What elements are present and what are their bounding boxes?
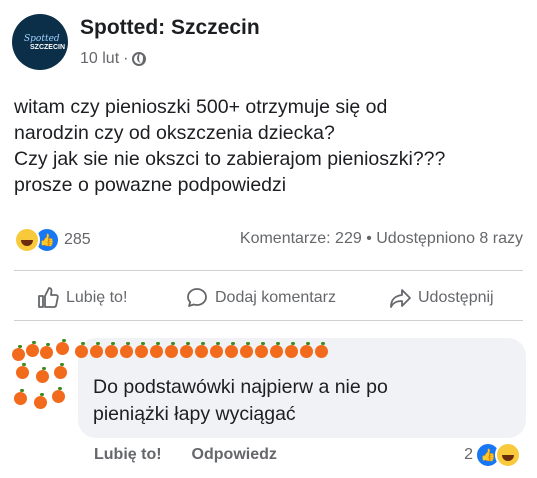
orange-icon xyxy=(180,342,193,358)
comment-text-line: Do podstawówki najpierw a nie po xyxy=(93,376,388,398)
orange-icon xyxy=(195,342,208,358)
comment-reaction-count: 2 xyxy=(464,446,473,463)
orange-icon xyxy=(255,342,268,358)
post-actions: Lubię to! Dodaj komentarz Udostępnij xyxy=(0,278,537,318)
orange-icon xyxy=(240,342,253,358)
orange-icon xyxy=(52,387,65,403)
meta-separator: · xyxy=(123,50,129,67)
page-name[interactable]: Spotted: Szczecin xyxy=(80,16,260,40)
orange-icon xyxy=(75,342,88,358)
orange-icon xyxy=(36,367,49,383)
orange-icon xyxy=(270,342,283,358)
post-text-line: narodzin czy od okszczenia dziecka? xyxy=(14,122,335,144)
share-button[interactable]: Udostępnij xyxy=(388,286,494,310)
commenter-name-oranges[interactable] xyxy=(75,342,328,358)
page-avatar[interactable]: Spotted SZCZECIN xyxy=(12,14,68,70)
like-button-label: Lubię to! xyxy=(66,289,128,306)
orange-icon xyxy=(225,342,238,358)
avatar-logo-text: Spotted xyxy=(24,34,60,44)
orange-icon xyxy=(56,339,69,355)
orange-icon xyxy=(210,342,223,358)
orange-icon xyxy=(135,342,148,358)
haha-reaction-icon xyxy=(14,227,40,253)
share-button-label: Udostępnij xyxy=(418,289,494,306)
orange-icon xyxy=(16,363,29,379)
divider xyxy=(14,270,523,271)
divider xyxy=(14,320,523,321)
post-text-line: prosze o powazne podpowiedzi xyxy=(14,174,287,196)
speech-bubble-icon xyxy=(187,288,207,307)
thumbs-up-icon xyxy=(38,287,59,308)
post-stats[interactable]: Komentarze: 229 • Udostępniono 8 razy xyxy=(240,230,523,248)
avatar-logo-subtext: SZCZECIN xyxy=(30,44,65,51)
comment-text-line: pieniążki łapy wyciągać xyxy=(93,403,296,425)
comment-button[interactable]: Dodaj komentarz xyxy=(185,286,336,310)
comment-actions: Lubię to! Odpowiedz xyxy=(94,446,277,464)
orange-icon xyxy=(150,342,163,358)
like-button[interactable]: Lubię to! xyxy=(36,286,127,310)
haha-reaction-icon xyxy=(495,442,521,468)
orange-icon xyxy=(315,342,328,358)
share-arrow-icon xyxy=(390,289,411,308)
post-date[interactable]: 10 lut xyxy=(80,50,119,68)
orange-icon xyxy=(14,389,27,405)
comment-reply-button[interactable]: Odpowiedz xyxy=(192,446,277,464)
reactions-summary[interactable]: 👍 285 xyxy=(14,227,91,253)
reaction-count: 285 xyxy=(64,231,91,248)
post-meta: 10 lut · xyxy=(80,50,147,68)
post-text: witam czy pienioszki 500+ otrzymuje się … xyxy=(14,94,524,198)
post-text-line: witam czy pienioszki 500+ otrzymuje się … xyxy=(14,96,388,118)
orange-icon xyxy=(40,343,53,359)
orange-icon xyxy=(105,342,118,358)
comment-reactions[interactable]: 2 👍 xyxy=(464,442,521,468)
orange-icon xyxy=(165,342,178,358)
facebook-post: Spotted SZCZECIN Spotted: Szczecin 10 lu… xyxy=(0,0,537,478)
comment-button-label: Dodaj komentarz xyxy=(215,289,336,306)
orange-icon xyxy=(120,342,133,358)
commenter-avatar[interactable] xyxy=(12,336,70,418)
comment-text: Do podstawówki najpierw a nie po pieniąż… xyxy=(93,374,388,428)
orange-icon xyxy=(285,342,298,358)
orange-icon xyxy=(34,393,47,409)
post-text-line: Czy jak sie nie okszci to zabierajom pie… xyxy=(14,148,446,170)
orange-icon xyxy=(90,342,103,358)
orange-icon xyxy=(300,342,313,358)
orange-icon xyxy=(12,345,25,361)
orange-icon xyxy=(26,341,39,357)
globe-icon[interactable] xyxy=(132,52,147,66)
orange-icon xyxy=(54,363,67,379)
comment-like-button[interactable]: Lubię to! xyxy=(94,446,162,464)
